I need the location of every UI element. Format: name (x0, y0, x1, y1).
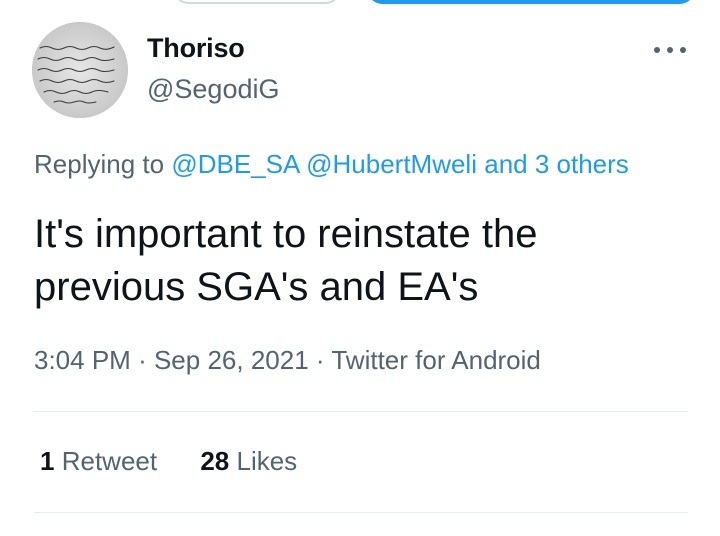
others-link[interactable]: 3 others (535, 149, 629, 179)
tweet-meta: 3:04 PM · Sep 26, 2021 · Twitter for And… (34, 345, 541, 376)
tweet-date[interactable]: Sep 26, 2021 (154, 345, 309, 375)
likes-stat[interactable]: 28 Likes (200, 446, 297, 477)
user-handle[interactable]: @SegodiG (147, 74, 279, 105)
more-options-icon[interactable] (652, 40, 688, 60)
display-name[interactable]: Thoriso (147, 33, 245, 64)
handwritten-note-avatar-icon (32, 22, 128, 118)
meta-separator: · (315, 345, 325, 375)
top-primary-button[interactable] (366, 0, 696, 4)
replying-connector[interactable]: and (484, 149, 527, 179)
avatar[interactable] (32, 22, 128, 118)
mention-dbe-sa[interactable]: @DBE_SA (171, 149, 299, 179)
tweet-source[interactable]: Twitter for Android (331, 345, 541, 375)
likes-label: Likes (236, 446, 298, 476)
tweet-stats: 1 Retweet 28 Likes (40, 446, 297, 477)
divider (34, 411, 688, 412)
meta-separator: · (138, 345, 147, 375)
likes-count: 28 (200, 446, 230, 476)
tweet-time[interactable]: 3:04 PM (34, 345, 131, 375)
dot (654, 47, 660, 53)
replying-prefix: Replying to (34, 149, 165, 179)
dot (680, 47, 686, 53)
dot (667, 47, 673, 53)
replying-to-line: Replying to @DBE_SA @HubertMweli and 3 o… (34, 149, 629, 180)
mention-hubertmweli[interactable]: @HubertMweli (306, 149, 477, 179)
tweet-detail-page: Thoriso @SegodiG Replying to @DBE_SA @Hu… (0, 0, 720, 536)
retweets-label: Retweet (61, 446, 158, 476)
top-outline-button[interactable] (172, 0, 342, 4)
tweet-text: It's important to reinstate the previous… (34, 212, 538, 309)
retweets-count: 1 (40, 446, 55, 476)
retweets-stat[interactable]: 1 Retweet (40, 446, 157, 477)
divider (34, 512, 688, 513)
